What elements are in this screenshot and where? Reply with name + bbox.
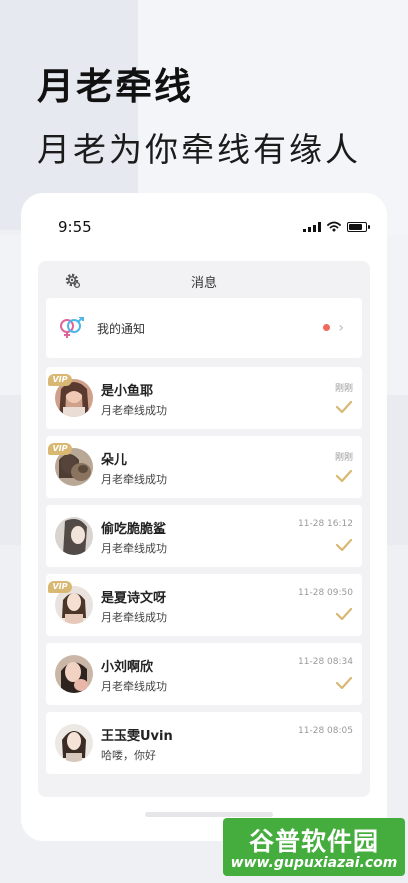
avatar (55, 724, 93, 762)
chat-time: 刚刚 (334, 384, 353, 394)
chat-name: 朵儿 (101, 453, 128, 468)
chat-name: 是小鱼耶 (101, 384, 154, 399)
gender-symbol-icon (60, 317, 84, 338)
chat-time: 11-28 08:34 (298, 657, 353, 667)
chevron-right-icon: › (338, 320, 344, 336)
battery-icon (347, 222, 370, 232)
chat-name: 小刘啊欣 (101, 660, 154, 675)
check-icon (336, 677, 352, 689)
vip-badge: VIP (48, 374, 72, 386)
phone-screen: 9:55 消息 我的通知 › VIP 是小鱼耶 月老牵线成功 刚刚 VIP 朵儿… (21, 193, 387, 841)
avatar (55, 517, 93, 555)
chat-time: 11-28 09:50 (298, 588, 353, 598)
status-icons (303, 221, 370, 232)
chat-preview: 月老牵线成功 (101, 404, 167, 417)
check-icon (336, 401, 352, 413)
chat-name: 是夏诗文呀 (101, 591, 167, 606)
avatar (55, 655, 93, 693)
page-title: 消息 (190, 276, 217, 291)
signal-icon (303, 222, 321, 232)
check-icon (336, 470, 352, 482)
vip-badge: VIP (48, 443, 72, 455)
messages-panel: 消息 我的通知 › VIP 是小鱼耶 月老牵线成功 刚刚 VIP 朵儿 月老牵线… (38, 261, 370, 797)
chat-row[interactable]: VIP 朵儿 月老牵线成功 刚刚 (46, 436, 362, 498)
notification-label: 我的通知 (97, 322, 146, 336)
vip-badge: VIP (48, 581, 72, 593)
unread-dot (323, 324, 330, 331)
chat-preview: 哈喽，你好 (101, 749, 156, 762)
status-time: 9:55 (58, 218, 92, 236)
chat-time: 11-28 16:12 (298, 519, 353, 529)
chat-preview: 月老牵线成功 (101, 473, 167, 486)
chat-time: 11-28 08:05 (298, 726, 353, 736)
chat-preview: 月老牵线成功 (101, 542, 167, 555)
chat-row[interactable]: VIP 是夏诗文呀 月老牵线成功 11-28 09:50 (46, 574, 362, 636)
check-icon (336, 539, 352, 551)
watermark-title: 谷普软件园 (248, 827, 379, 856)
wifi-icon (327, 221, 341, 232)
chat-name: 偷吃脆脆鲨 (101, 522, 167, 537)
chat-row[interactable]: 王玉雯Uvin 哈喽，你好 11-28 08:05 (46, 712, 362, 774)
hero-subtitle: 月老为你牵线有缘人 (37, 130, 361, 169)
notification-row[interactable]: 我的通知 › (46, 298, 362, 358)
check-icon (336, 608, 352, 620)
chat-row[interactable]: 偷吃脆脆鲨 月老牵线成功 11-28 16:12 (46, 505, 362, 567)
chat-time: 刚刚 (334, 453, 353, 463)
home-indicator (145, 812, 273, 817)
chat-preview: 月老牵线成功 (101, 611, 167, 624)
chat-row[interactable]: 小刘啊欣 月老牵线成功 11-28 08:34 (46, 643, 362, 705)
watermark-url: www.gupuxiazai.com (230, 855, 398, 871)
watermark: 谷普软件园 www.gupuxiazai.com (223, 818, 405, 876)
chat-row[interactable]: VIP 是小鱼耶 月老牵线成功 刚刚 (46, 367, 362, 429)
chat-preview: 月老牵线成功 (101, 680, 167, 693)
hero-title: 月老牵线 (37, 65, 193, 108)
chat-name: 王玉雯Uvin (101, 729, 173, 744)
messages-header: 消息 (38, 261, 370, 297)
